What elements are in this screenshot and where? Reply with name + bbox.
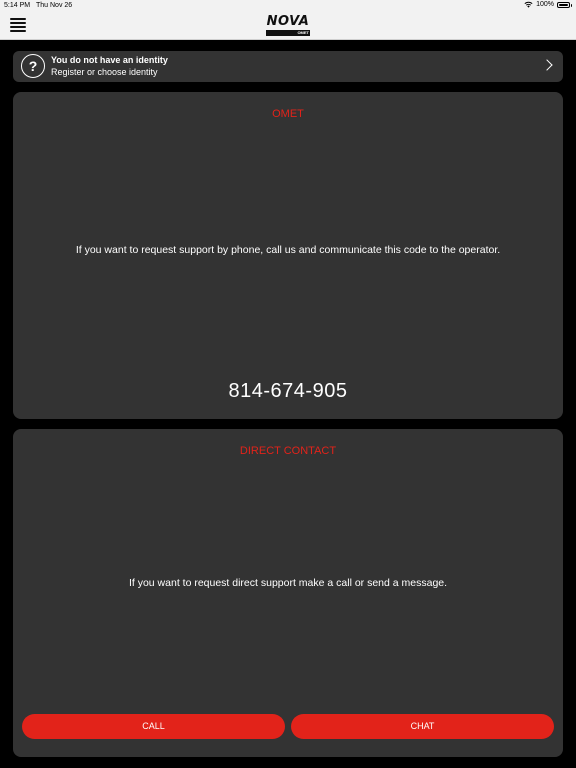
wifi-icon — [524, 1, 533, 8]
status-indicators: 100% — [524, 1, 572, 8]
nova-logo: NOVA OMET — [266, 15, 310, 37]
battery-percent: 100% — [536, 1, 554, 8]
call-button[interactable]: CALL — [22, 714, 285, 739]
identity-banner[interactable]: ? You do not have an identity Register o… — [13, 51, 563, 82]
identity-subtitle: Register or choose identity — [51, 67, 158, 77]
battery-icon — [557, 1, 572, 8]
question-icon: ? — [21, 54, 45, 78]
direct-card-title: DIRECT CONTACT — [239, 445, 337, 457]
identity-title: You do not have an identity — [51, 55, 168, 65]
status-bar: 5:14 PM Thu Nov 26 100% — [0, 0, 576, 12]
chat-button[interactable]: CHAT — [291, 714, 554, 739]
direct-card-message: If you want to request direct support ma… — [128, 577, 448, 589]
omet-card-message: If you want to request support by phone,… — [75, 244, 501, 256]
hamburger-icon — [10, 18, 26, 20]
chevron-right-icon — [541, 59, 553, 71]
omet-card-title: OMET — [272, 108, 304, 120]
support-code: 814-674-905 — [228, 380, 348, 402]
omet-support-card: OMET If you want to request support by p… — [13, 92, 563, 419]
menu-button[interactable] — [10, 18, 26, 32]
logo-subtext: OMET — [297, 30, 309, 35]
nav-bar: NOVA OMET — [0, 12, 576, 40]
status-time: 5:14 PM — [4, 2, 31, 9]
status-date: Thu Nov 26 — [36, 2, 73, 9]
logo-text: NOVA — [266, 14, 310, 29]
direct-contact-card: DIRECT CONTACT If you want to request di… — [13, 429, 563, 757]
